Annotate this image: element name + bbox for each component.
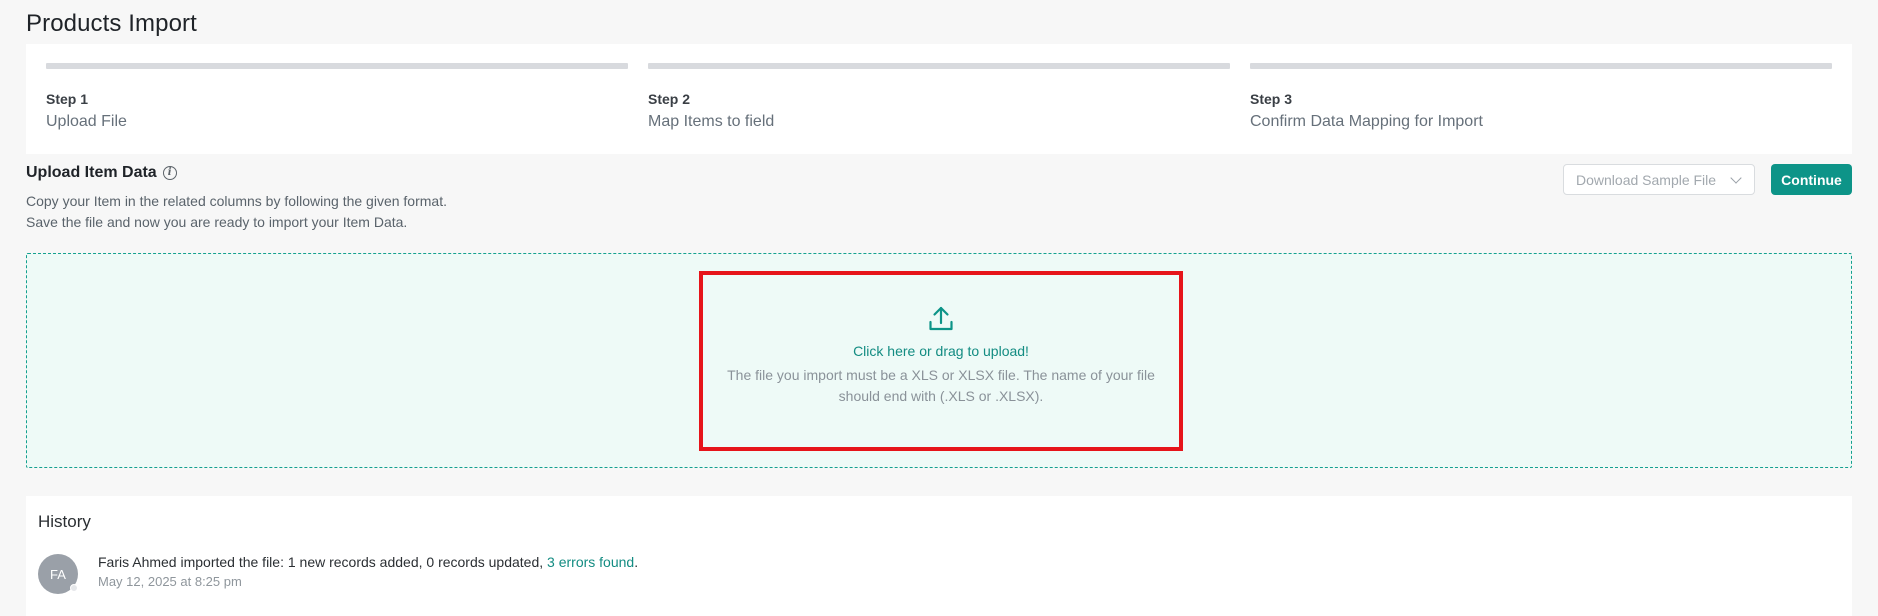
step-progress-bar <box>1250 63 1832 69</box>
upload-icon <box>928 305 954 333</box>
step-label: Step 2 <box>648 91 691 107</box>
avatar-initials: FA <box>50 566 66 582</box>
history-text-suffix: . <box>634 554 639 570</box>
step-title: Confirm Data Mapping for Import <box>1250 113 1483 130</box>
page-title: Products Import <box>26 10 197 37</box>
continue-button[interactable]: Continue <box>1771 164 1852 195</box>
download-sample-dropdown[interactable]: Download Sample File <box>1563 164 1755 195</box>
history-item: FA Faris Ahmed imported the file: 1 new … <box>38 554 638 594</box>
step-title: Upload File <box>46 113 127 130</box>
history-entry: Faris Ahmed imported the file: 1 new rec… <box>98 554 638 594</box>
history-text-prefix: Faris Ahmed imported the file: 1 new rec… <box>98 554 548 570</box>
history-timestamp: May 12, 2025 at 8:25 pm <box>98 574 242 589</box>
upload-cta-text[interactable]: Click here or drag to upload! <box>853 343 1029 359</box>
history-text: Faris Ahmed imported the file: 1 new rec… <box>98 554 638 570</box>
step-label: Step 3 <box>1250 91 1293 107</box>
step-label: Step 1 <box>46 91 89 107</box>
upload-desc-line-2: Save the file and now you are ready to i… <box>26 214 408 230</box>
upload-description: Copy your Item in the related columns by… <box>26 191 1852 233</box>
step-3: Step 3 Confirm Data Mapping for Import <box>1250 63 1832 154</box>
step-2: Step 2 Map Items to field <box>648 63 1230 154</box>
import-stepper: Step 1 Upload File Step 2 Map Items to f… <box>26 44 1852 154</box>
history-title: History <box>38 512 91 531</box>
step-progress-bar <box>648 63 1230 69</box>
upload-title-text: Upload Item Data <box>26 164 157 181</box>
info-icon[interactable]: i <box>162 166 177 180</box>
history-panel: History FA Faris Ahmed imported the file… <box>26 496 1852 616</box>
upload-dropzone[interactable]: Click here or drag to upload! The file y… <box>26 253 1852 468</box>
drop-target-area[interactable]: Click here or drag to upload! The file y… <box>699 271 1183 451</box>
step-title: Map Items to field <box>648 113 775 130</box>
download-sample-label: Download Sample File <box>1576 171 1717 188</box>
status-dot-icon <box>70 584 78 592</box>
avatar: FA <box>38 554 78 594</box>
errors-link[interactable]: 3 errors found <box>547 554 634 570</box>
upload-header: Upload Item Data i Copy your Item in the… <box>26 164 1852 233</box>
chevron-down-icon <box>1730 171 1742 184</box>
step-1: Step 1 Upload File <box>46 63 628 154</box>
upload-help-text: The file you import must be a XLS or XLS… <box>727 367 1155 404</box>
step-progress-bar <box>46 63 628 69</box>
